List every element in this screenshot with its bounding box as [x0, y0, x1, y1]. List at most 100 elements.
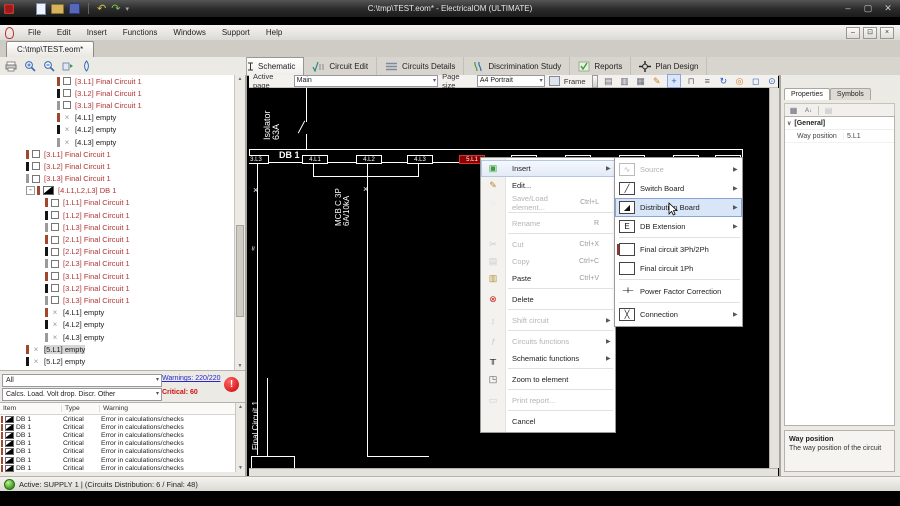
page-size-select[interactable]: A4 Portrait ▾: [476, 75, 545, 87]
context-menu-item[interactable]: ▥ Paste Ctrl+V: [481, 270, 615, 289]
insert-submenu-item[interactable]: Final circuit 3Ph/2Ph: [615, 240, 742, 259]
checkbox-icon[interactable]: [32, 150, 40, 159]
checkbox-icon[interactable]: [32, 162, 40, 171]
context-menu-item[interactable]: Cancel: [481, 413, 615, 430]
tree-item[interactable]: × [4.L2] empty: [0, 319, 245, 331]
zoom-slider-handle[interactable]: [591, 74, 599, 88]
open-file-icon[interactable]: [51, 3, 64, 14]
insert-submenu-item[interactable]: E DB Extension ▶: [615, 217, 742, 238]
redo-icon[interactable]: ↷: [111, 3, 120, 14]
column-item[interactable]: Item: [0, 405, 62, 412]
tree-item[interactable]: × [3.L1] Final Circuit 1: [0, 270, 245, 282]
tree-item[interactable]: × [1.L2] Final Circuit 1: [0, 209, 245, 221]
warning-row[interactable]: DB 1 Critical Error in calculations/chec…: [0, 415, 245, 423]
mdi-restore-button[interactable]: ⊡: [863, 26, 877, 39]
property-row[interactable]: Way position 5.L1: [785, 130, 894, 143]
quick-access-dropdown-icon[interactable]: ▾: [125, 5, 129, 13]
tree-item[interactable]: × [3.L2] Final Circuit 1: [0, 282, 245, 294]
align-icon[interactable]: ≡: [701, 75, 713, 87]
sort-az-icon[interactable]: A↓: [803, 105, 814, 117]
warnings-scope-select[interactable]: All ▾: [2, 374, 162, 387]
menu-windows[interactable]: Windows: [165, 28, 213, 37]
mdi-close-button[interactable]: ×: [880, 26, 894, 39]
checkbox-icon[interactable]: [51, 284, 59, 293]
expander-icon[interactable]: -: [26, 186, 35, 196]
ruler-icon[interactable]: ⊓: [685, 75, 697, 87]
checkbox-icon[interactable]: [51, 198, 59, 207]
insert-submenu-item[interactable]: Final circuit 1Ph: [615, 259, 742, 280]
link-icon[interactable]: ◎: [734, 75, 746, 87]
tree-item[interactable]: × [1.L3] Final Circuit 1: [0, 221, 245, 233]
menu-file[interactable]: File: [20, 28, 49, 37]
checkbox-icon[interactable]: [51, 211, 59, 220]
menu-edit[interactable]: Edit: [49, 28, 79, 37]
insert-submenu-item[interactable]: ⊣⊢ Power Factor Correction: [615, 282, 742, 303]
zoom-in-icon[interactable]: [22, 59, 37, 73]
tree-item[interactable]: × [3.L3] Final Circuit 1: [0, 99, 245, 111]
way-box[interactable]: 4.L2: [356, 155, 382, 164]
tree-item[interactable]: × [3.L1] Final Circuit 1: [0, 75, 245, 87]
print-icon[interactable]: [3, 59, 18, 73]
checkbox-icon[interactable]: [51, 272, 59, 281]
tree-scrollbar[interactable]: ▲ ▼: [234, 75, 245, 370]
warnings-count-link[interactable]: Warnings: 220/220: [162, 375, 221, 382]
zoom-icon[interactable]: ⊙: [766, 75, 778, 87]
checkbox-icon[interactable]: [51, 247, 59, 256]
tree-item[interactable]: × [5.L1] empty: [0, 343, 245, 355]
tab-symbols[interactable]: Symbols: [829, 88, 871, 100]
context-menu-item[interactable]: ▣ Insert ▶: [481, 160, 615, 177]
checkbox-icon[interactable]: [51, 223, 59, 232]
zoom-out-icon[interactable]: [41, 59, 56, 73]
mdi-minimize-button[interactable]: –: [846, 26, 860, 39]
warning-row[interactable]: DB 1 Critical Error in calculations/chec…: [0, 440, 245, 448]
warning-row[interactable]: DB 1 Critical Error in calculations/chec…: [0, 431, 245, 439]
checkbox-icon[interactable]: [51, 296, 59, 305]
active-page-select[interactable]: Main ▾: [293, 75, 439, 87]
print-preview-icon[interactable]: ▦: [635, 75, 647, 87]
menu-functions[interactable]: Functions: [115, 28, 166, 37]
column-type[interactable]: Type: [62, 405, 100, 412]
scroll-up-icon[interactable]: ▲: [235, 76, 245, 82]
tree-item[interactable]: × [3.L3] Final Circuit 1: [0, 294, 245, 306]
menu-insert[interactable]: Insert: [79, 28, 115, 37]
checkbox-icon[interactable]: [51, 235, 59, 244]
warning-row[interactable]: DB 1 Critical Error in calculations/chec…: [0, 456, 245, 464]
tree-item[interactable]: × [3.L3] Final Circuit 1: [0, 173, 245, 185]
warnings-type-select[interactable]: Calcs. Load. Volt drop. Discr. Other ▾: [2, 388, 162, 401]
scroll-thumb[interactable]: [236, 225, 244, 317]
tree-item[interactable]: × [3.L1] Final Circuit 1: [0, 148, 245, 160]
insert-submenu-item[interactable]: ∿ Source ▶: [615, 160, 742, 179]
move-icon[interactable]: +: [666, 74, 682, 88]
property-value[interactable]: 5.L1: [843, 132, 894, 140]
scroll-down-icon[interactable]: ▼: [236, 465, 245, 471]
scroll-up-icon[interactable]: ▲: [236, 404, 245, 410]
tab-reports[interactable]: Reports: [570, 57, 632, 75]
print-icon[interactable]: ▤: [602, 75, 614, 87]
context-menu-item[interactable]: Rename R: [481, 215, 615, 234]
tree-item[interactable]: × [5.L2] empty: [0, 355, 245, 367]
insert-submenu-item[interactable]: ╱ Switch Board ▶: [615, 179, 742, 198]
categorize-icon[interactable]: ▦: [788, 105, 799, 117]
way-box[interactable]: 4.L3: [407, 155, 433, 164]
tree-item[interactable]: × [4.L1] empty: [0, 112, 245, 124]
scroll-down-icon[interactable]: ▼: [235, 363, 245, 369]
column-warning[interactable]: Warning: [100, 405, 245, 412]
tree-item[interactable]: × [4.L3] empty: [0, 331, 245, 343]
minimize-button[interactable]: –: [842, 2, 854, 14]
tree-item[interactable]: - × [4.L1,L2,L3] DB 1: [0, 185, 245, 197]
tab-circuit-edit[interactable]: Circuit Edit: [304, 57, 378, 75]
tree-item[interactable]: × [3.L2] Final Circuit 1: [0, 87, 245, 99]
warning-row[interactable]: DB 1 Critical Error in calculations/chec…: [0, 448, 245, 456]
checkbox-icon[interactable]: [51, 259, 59, 268]
edit-icon[interactable]: ✎: [651, 75, 663, 87]
way-box[interactable]: 4.L1: [302, 155, 328, 164]
tree-item[interactable]: × [2.L2] Final Circuit 1: [0, 246, 245, 258]
close-button[interactable]: ✕: [882, 2, 894, 14]
warnings-scrollbar[interactable]: ▲ ▼: [235, 403, 245, 472]
canvas-vscrollbar[interactable]: [769, 88, 779, 468]
insert-submenu-item[interactable]: ╳ Connection ▶: [615, 305, 742, 324]
tree-item[interactable]: × [1.L1] Final Circuit 1: [0, 197, 245, 209]
context-menu-item[interactable]: ✂ Cut Ctrl+X: [481, 236, 615, 253]
select-region-icon[interactable]: ◻: [750, 75, 762, 87]
export-icon[interactable]: ▥: [618, 75, 630, 87]
